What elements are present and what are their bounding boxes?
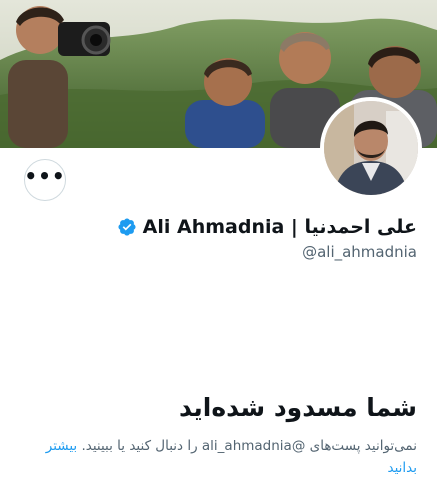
blocked-message: نمی‌توانید پست‌های @ali_ahmadnia را دنبا… xyxy=(81,438,417,454)
profile-display-name: Ali Ahmadnia | علی احمدنیا xyxy=(142,216,417,238)
profile-avatar[interactable] xyxy=(320,97,422,199)
avatar-image xyxy=(324,101,418,195)
profile-handle: @ali_ahmadnia xyxy=(302,243,417,261)
verified-badge-icon xyxy=(117,217,137,237)
more-options-button[interactable]: ••• xyxy=(24,159,66,201)
more-horizontal-icon: ••• xyxy=(24,164,66,188)
blocked-message-block: نمی‌توانید پست‌های @ali_ahmadnia را دنبا… xyxy=(22,435,417,479)
profile-name-row: Ali Ahmadnia | علی احمدنیا xyxy=(117,212,417,242)
blocked-title: شما مسدود شده‌اید xyxy=(178,393,417,422)
